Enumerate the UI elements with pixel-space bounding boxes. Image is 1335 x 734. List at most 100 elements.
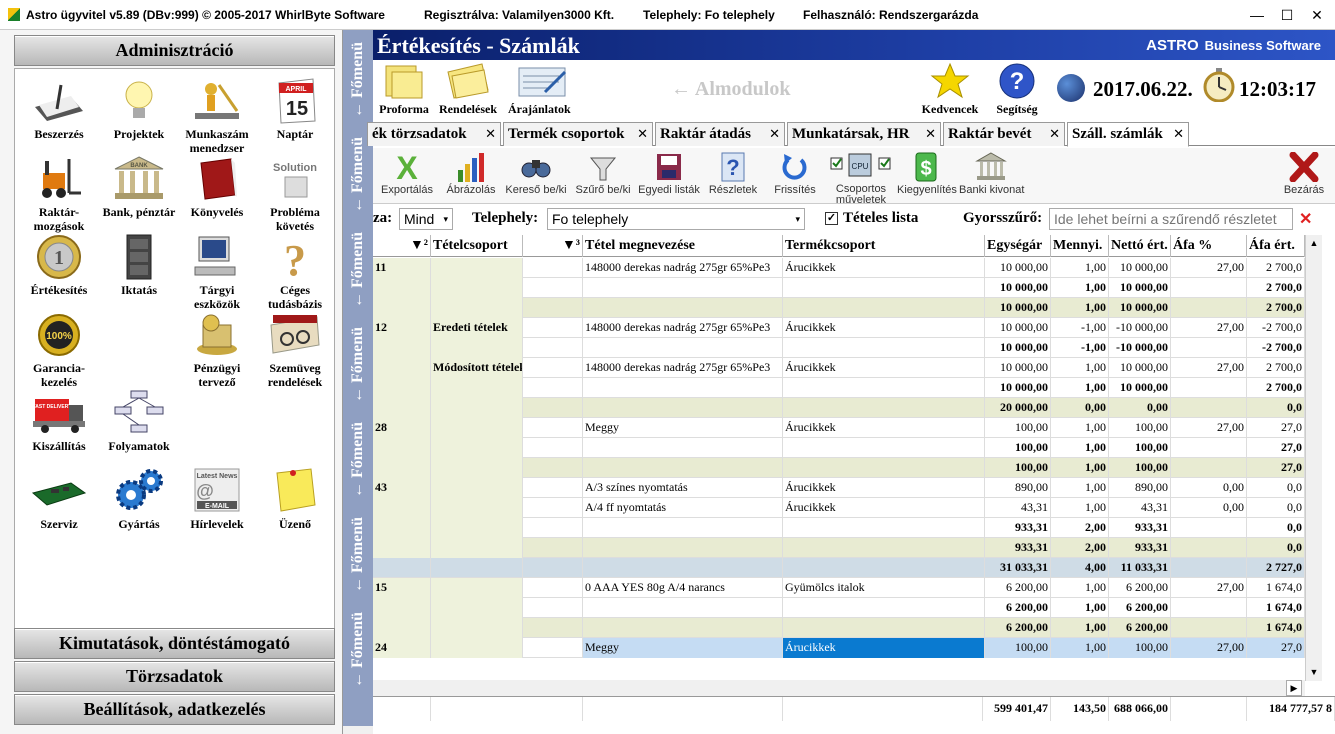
close-tab-icon[interactable]: ✕ — [637, 123, 648, 145]
subtotal-row[interactable]: 10 000,00 1,00 10 000,00 2 700,0 — [373, 278, 1305, 298]
export-button[interactable]: X Exportálás — [377, 150, 437, 202]
column-header[interactable]: Nettó ért. — [1109, 235, 1171, 257]
subtotal-row[interactable]: 6 200,00 1,00 6 200,00 1 674,0 — [373, 598, 1305, 618]
close-window-button[interactable]: ✕ — [1302, 0, 1332, 30]
minimize-button[interactable]: — — [1242, 0, 1272, 30]
proforma-module-button[interactable]: Proforma — [373, 62, 435, 117]
tile-delivery-truck[interactable]: FAST DELIVERY Kiszállítás — [19, 389, 99, 453]
tab-item[interactable]: Munkatársak, HR ✕ — [787, 122, 941, 146]
tile-bank[interactable]: BANK Bank, pénztár — [99, 155, 179, 219]
table-row[interactable]: 28 Meggy Árucikkek 100,00 1,00 100,00 27,00 27,… — [373, 418, 1305, 438]
subtotal-row[interactable]: 20 000,00 0,00 0,00 0,0 — [373, 398, 1305, 418]
tile-computer[interactable]: Tárgyi eszközök — [177, 233, 257, 311]
tile-flowchart[interactable]: Folyamatok — [99, 389, 179, 453]
column-header[interactable]: Áfa ért. — [1247, 235, 1305, 257]
refresh-button[interactable]: Frissítés — [767, 152, 823, 202]
favorites-button[interactable]: Kedvencek — [919, 62, 981, 117]
close-tab-icon[interactable]: ✕ — [485, 123, 496, 145]
orders-module-button[interactable]: Rendelések — [437, 62, 499, 117]
tile-writing-pad[interactable]: Beszerzés — [19, 77, 99, 141]
tab-item[interactable]: ék törzsadatok ✕ — [367, 122, 501, 146]
group-operations-button[interactable]: CPU Csoportos műveletek — [827, 152, 895, 206]
column-header[interactable]: Tételcsoport — [431, 235, 523, 257]
tab-item[interactable]: Termék csoportok ✕ — [503, 122, 653, 146]
close-module-button[interactable]: Bezárás — [1279, 151, 1329, 202]
details-button[interactable]: ? Részletek — [705, 152, 761, 202]
tile-circuit-board[interactable]: Szerviz — [19, 467, 99, 531]
maximize-button[interactable]: ☐ — [1272, 0, 1302, 30]
table-cell: 1 674,0 — [1247, 618, 1305, 638]
tile-gears[interactable]: Gyártás — [99, 467, 179, 531]
tile-guarantee-seal[interactable]: 100% Garancia-kezelés — [19, 311, 99, 389]
tile-cabinet[interactable]: Iktatás — [99, 233, 179, 297]
table-row[interactable]: 15 0 AAA YES 80g A/4 narancs Gyümölcs ital… — [373, 578, 1305, 598]
column-header[interactable]: Termékcsoport — [783, 235, 985, 257]
chart-button[interactable]: Ábrázolás — [443, 152, 499, 202]
quickfilter-input[interactable] — [1049, 208, 1293, 230]
horizontal-scrollbar[interactable]: ▶ — [373, 680, 1305, 696]
search-toggle-button[interactable]: Kereső be/ki — [505, 152, 567, 202]
tile-worker[interactable]: Munkaszám menedzser — [177, 77, 257, 155]
tile-euro-coin[interactable]: 1 Értékesítés — [19, 233, 99, 297]
subtotal-row[interactable]: 100,00 1,00 100,00 27,0 — [373, 458, 1305, 478]
close-tab-icon[interactable]: ✕ — [1173, 123, 1184, 145]
scroll-down-icon[interactable]: ▼ — [1306, 664, 1322, 681]
grid-totals-row: 599 401,47 143,50 688 066,00 184 777,57 8 — [373, 696, 1335, 721]
tab-item[interactable]: Raktár átadás ✕ — [655, 122, 785, 146]
tile-lightbulb[interactable]: Projektek — [99, 77, 179, 141]
tab-item[interactable]: Raktár bevét ✕ — [943, 122, 1065, 146]
tile-calendar[interactable]: APRIL 15 Naptár — [255, 77, 335, 141]
settlement-button[interactable]: $ Kiegyenlítés — [897, 152, 957, 202]
table-row[interactable]: 43 A/3 színes nyomtatás Árucikkek 890,00 1,0… — [373, 478, 1305, 498]
quotes-module-button[interactable]: Árajánlatok — [508, 62, 571, 117]
custom-lists-button[interactable]: Egyedi listák — [637, 152, 701, 202]
tab-item-active[interactable]: Száll. számlák ✕ — [1067, 122, 1189, 147]
subtotal-row[interactable]: 10 000,00 -1,00 -10 000,00 -2 700,0 — [373, 338, 1305, 358]
type-select[interactable]: Mind ▾ — [399, 208, 453, 230]
site-select[interactable]: Fo telephely ▾ — [547, 208, 805, 230]
tile-money[interactable]: Pénzügyi tervező — [177, 311, 257, 389]
subtotal-row[interactable]: 6 200,00 1,00 6 200,00 1 674,0 — [373, 618, 1305, 638]
master-data-header[interactable]: Törzsadatok — [14, 661, 335, 692]
table-cell: Árucikkek — [783, 258, 985, 278]
tile-glasses[interactable]: Szemüveg rendelések — [255, 311, 335, 389]
close-tab-icon[interactable]: ✕ — [925, 123, 936, 145]
table-cell — [783, 398, 985, 418]
settings-header[interactable]: Beállítások, adatkezelés — [14, 694, 335, 725]
vertical-scrollbar[interactable]: ▲ ▼ — [1305, 235, 1322, 681]
column-header[interactable]: Egységár — [985, 235, 1051, 257]
subtotal-row[interactable]: 10 000,00 1,00 10 000,00 2 700,0 — [373, 298, 1305, 318]
subtotal-row[interactable]: 100,00 1,00 100,00 27,0 — [373, 438, 1305, 458]
tile-book[interactable]: Könyvelés — [177, 155, 257, 219]
table-row[interactable]: 12 Eredeti tételek 148000 derekas nadrág 2… — [373, 318, 1305, 338]
filter-toggle-button[interactable]: Szűrő be/ki — [573, 152, 633, 202]
bank-statement-button[interactable]: Banki kivonat — [959, 152, 1024, 202]
reports-header[interactable]: Kimutatások, döntéstámogató — [14, 628, 335, 659]
tile-sticky-note[interactable]: Üzenő — [255, 467, 335, 531]
tile-newsletter[interactable]: Latest News @ E-MAIL Hírlevelek — [177, 467, 257, 531]
table-row[interactable]: A/4 ff nyomtatás Árucikkek 43,31 1,00 43,31 0… — [373, 498, 1305, 518]
scroll-up-icon[interactable]: ▲ — [1306, 235, 1322, 252]
table-row[interactable]: Módosított tételek 148000 derekas nadrág … — [373, 358, 1305, 378]
help-button[interactable]: ? Segítség — [986, 62, 1048, 117]
subtotal-row[interactable]: 933,31 2,00 933,31 0,0 — [373, 538, 1305, 558]
table-row[interactable]: 11 148000 derekas nadrág 275gr 65%Pe3 Áruc… — [373, 258, 1305, 278]
close-tab-icon[interactable]: ✕ — [1049, 123, 1060, 145]
table-row[interactable]: 24 Meggy Árucikkek 100,00 1,00 100,00 27,00 27,… — [373, 638, 1305, 658]
subtotal-row[interactable]: 933,31 2,00 933,31 0,0 — [373, 518, 1305, 538]
column-header[interactable]: ▼³ — [523, 235, 583, 257]
column-header[interactable]: Tétel megnevezése — [583, 235, 783, 257]
clear-filter-icon[interactable]: ✕ — [1299, 209, 1312, 229]
tile-question[interactable]: ? Céges tudásbázis — [255, 233, 335, 311]
subtotal-row[interactable]: 31 033,31 4,00 11 033,31 2 727,0 — [373, 558, 1305, 578]
admin-header[interactable]: Adminisztráció — [14, 35, 335, 66]
tile-forklift[interactable]: Raktár-mozgások — [19, 155, 99, 233]
column-header[interactable]: Mennyi. — [1051, 235, 1109, 257]
column-header[interactable]: ▼² — [373, 235, 431, 257]
scroll-right-icon[interactable]: ▶ — [1286, 680, 1302, 696]
tile-solution[interactable]: Solution Probléma követés — [255, 155, 335, 233]
column-header[interactable]: Áfa % — [1171, 235, 1247, 257]
close-tab-icon[interactable]: ✕ — [769, 123, 780, 145]
subtotal-row[interactable]: 10 000,00 1,00 10 000,00 2 700,0 — [373, 378, 1305, 398]
itemized-checkbox[interactable]: ✓ — [825, 212, 838, 225]
